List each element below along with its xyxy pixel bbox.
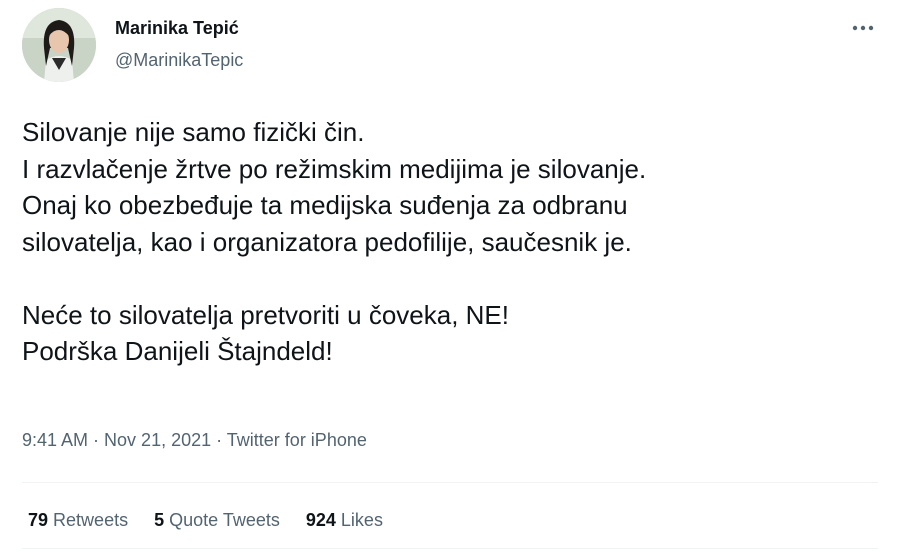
- more-options-button[interactable]: [848, 18, 878, 38]
- divider: [22, 482, 878, 483]
- tweet-text-line: [22, 260, 882, 297]
- tweet-source[interactable]: Twitter for iPhone: [227, 430, 367, 450]
- tweet-text-line: Neće to silovatelja pretvoriti u čoveka,…: [22, 299, 509, 330]
- likes-label: Likes: [340, 510, 383, 530]
- retweets-label: Retweets: [53, 510, 129, 530]
- author-name[interactable]: Marinika Tepić: [115, 18, 239, 39]
- tweet-text-line: I razvlačenje žrtve po režimskim medijim…: [22, 153, 647, 184]
- tweet-text-line: silovatelja, kao i organizatora pedofili…: [22, 226, 632, 257]
- tweet-card: Marinika Tepić @MarinikaTepic Silovanje …: [0, 0, 900, 553]
- tweet-text-line: Onaj ko obezbeđuje ta medijska suđenja z…: [22, 190, 628, 220]
- retweets-count: 79: [28, 510, 49, 530]
- likes-stat[interactable]: 924 Likes: [306, 510, 383, 531]
- more-horizontal-icon: [852, 25, 874, 31]
- meta-separator: ·: [88, 430, 105, 450]
- author-handle[interactable]: @MarinikaTepic: [115, 50, 243, 71]
- avatar[interactable]: [22, 8, 96, 82]
- tweet-metadata: 9:41 AM · Nov 21, 2021 · Twitter for iPh…: [22, 430, 367, 451]
- likes-count: 924: [305, 510, 336, 530]
- tweet-text: Silovanje nije samo fizički čin. I razvl…: [22, 114, 882, 370]
- tweet-date[interactable]: Nov 21, 2021: [104, 430, 211, 450]
- tweet-stats: 79 Retweets 5 Quote Tweets 924 Likes: [28, 510, 409, 531]
- tweet-text-line: Silovanje nije samo fizički čin.: [22, 117, 365, 147]
- quote-tweets-stat[interactable]: 5 Quote Tweets: [154, 510, 280, 531]
- profile-photo-icon: [22, 8, 96, 82]
- tweet-text-line: Podrška Danijeli Štajndeld!: [22, 336, 333, 366]
- meta-separator: ·: [211, 430, 227, 450]
- quote-tweets-count: 5: [154, 510, 165, 530]
- quote-tweets-label: Quote Tweets: [169, 510, 280, 530]
- retweets-stat[interactable]: 79 Retweets: [28, 510, 128, 531]
- tweet-time[interactable]: 9:41 AM: [22, 430, 88, 450]
- divider: [22, 548, 878, 549]
